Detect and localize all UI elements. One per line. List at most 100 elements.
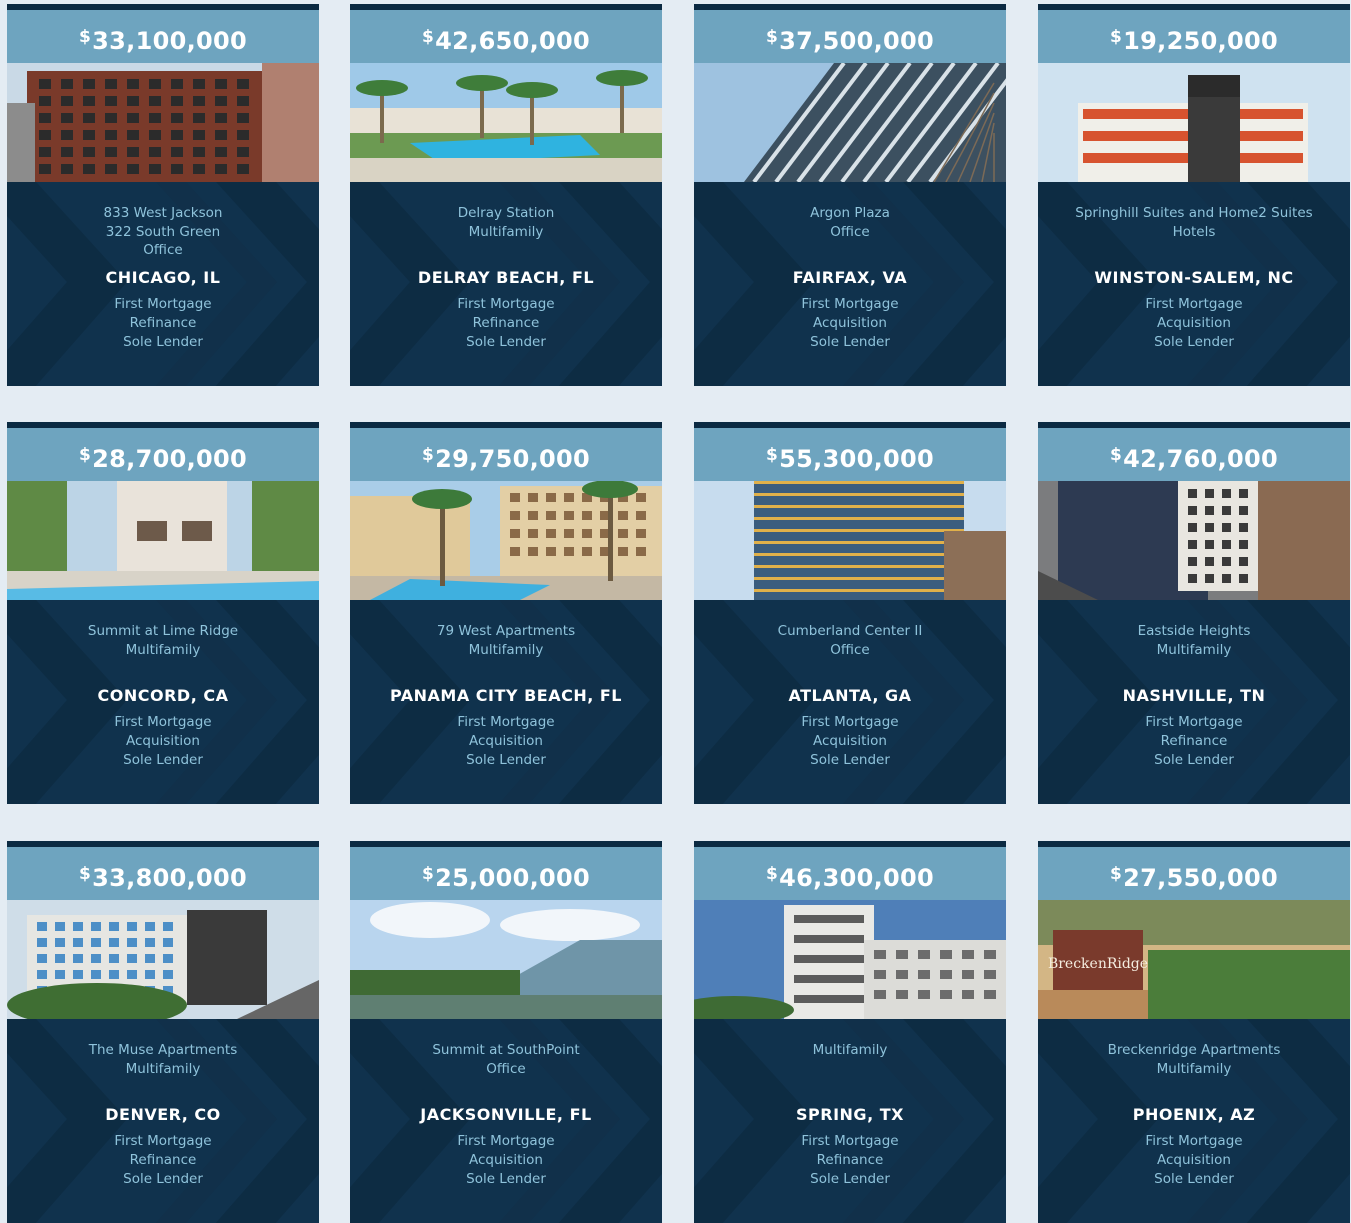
- currency-symbol: $: [1110, 864, 1123, 884]
- loan-term: First Mortgage: [457, 714, 555, 730]
- deal-info: Breckenridge Apartments Multifamily PHOEN…: [1038, 1019, 1350, 1223]
- loan-amount: $33,100,000: [7, 10, 319, 63]
- property-location: ATLANTA, GA: [788, 686, 912, 705]
- property-location: FAIRFAX, VA: [792, 268, 908, 287]
- loan-term: Acquisition: [1157, 315, 1231, 331]
- currency-symbol: $: [422, 27, 435, 47]
- deal-card[interactable]: $37,500,000 Argon Plaza Office FAIRFAX, V…: [694, 4, 1006, 386]
- loan-term: Sole Lender: [123, 1171, 203, 1187]
- loan-term: Acquisition: [1157, 1152, 1231, 1168]
- property-description: 79 West Apartments Multifamily: [350, 622, 662, 659]
- loan-amount: $33,800,000: [7, 847, 319, 900]
- property-description: Multifamily: [694, 1041, 1006, 1060]
- property-location: DENVER, CO: [105, 1105, 221, 1124]
- deal-card[interactable]: $25,000,000 Summit at SouthPoint Office J…: [350, 841, 662, 1223]
- modern-apartments-photo: [7, 900, 319, 1019]
- loan-amount: $42,760,000: [1038, 428, 1350, 481]
- property-description: Cumberland Center II Office: [694, 622, 1006, 659]
- loan-term: Sole Lender: [466, 752, 546, 768]
- loan-terms: First Mortgage Acquisition Sole Lender: [694, 295, 1006, 352]
- deal-card[interactable]: $42,650,000 Delray Station Multifamily DE…: [350, 4, 662, 386]
- loan-term: First Mortgage: [114, 1133, 212, 1149]
- loan-amount-value: 42,650,000: [435, 27, 590, 55]
- property-line: Breckenridge Apartments: [1107, 1042, 1281, 1058]
- deal-card[interactable]: $33,800,000 The Muse Apartments Multifami…: [7, 841, 319, 1223]
- pool-palms-photo: [350, 63, 662, 182]
- loan-term: Refinance: [472, 315, 540, 331]
- loan-amount: $27,550,000: [1038, 847, 1350, 900]
- deal-card[interactable]: $29,750,000 79 West Apartments Multifamil…: [350, 422, 662, 804]
- deal-card[interactable]: $55,300,000 Cumberland Center II Office A…: [694, 422, 1006, 804]
- loan-amount-value: 33,800,000: [92, 864, 247, 892]
- property-line: Multifamily: [812, 1042, 888, 1058]
- property-line: Hotels: [1172, 223, 1216, 240]
- loan-term: Sole Lender: [123, 752, 203, 768]
- loan-terms: First Mortgage Acquisition Sole Lender: [350, 1132, 662, 1189]
- currency-symbol: $: [766, 864, 779, 884]
- loan-term: First Mortgage: [457, 1133, 555, 1149]
- townhouse-pool-photo: [7, 481, 319, 600]
- property-line: Springhill Suites and Home2 Suites: [1075, 205, 1313, 221]
- property-description: Summit at Lime Ridge Multifamily: [7, 622, 319, 659]
- loan-amount-value: 19,250,000: [1123, 27, 1278, 55]
- property-line: Summit at SouthPoint: [432, 1042, 580, 1058]
- property-line: Multifamily: [1156, 641, 1232, 658]
- loan-amount: $25,000,000: [350, 847, 662, 900]
- property-line: Office: [830, 641, 870, 658]
- deal-card[interactable]: $46,300,000 Multifamily SPRING, TX First…: [694, 841, 1006, 1223]
- deal-info: Eastside Heights Multifamily NASHVILLE, T…: [1038, 600, 1350, 804]
- loan-amount-value: 33,100,000: [92, 27, 247, 55]
- loan-terms: First Mortgage Refinance Sole Lender: [350, 295, 662, 352]
- loan-amount-value: 25,000,000: [435, 864, 590, 892]
- property-location: SPRING, TX: [796, 1105, 904, 1124]
- loan-term: Acquisition: [813, 733, 887, 749]
- loan-term: First Mortgage: [1145, 1133, 1243, 1149]
- property-line: Summit at Lime Ridge: [87, 623, 239, 639]
- loan-amount: $55,300,000: [694, 428, 1006, 481]
- breckenridge-sign-photo: BreckenRidge: [1038, 900, 1350, 1019]
- property-location: PANAMA CITY BEACH, FL: [390, 686, 622, 705]
- loan-term: Acquisition: [469, 1152, 543, 1168]
- loan-amount-value: 42,760,000: [1123, 445, 1278, 473]
- loan-term: Sole Lender: [1154, 334, 1234, 350]
- loan-term: Sole Lender: [810, 1171, 890, 1187]
- loan-term: Sole Lender: [123, 334, 203, 350]
- property-location: CONCORD, CA: [97, 686, 229, 705]
- deal-card[interactable]: $42,760,000 Eastside Heights Multifamily …: [1038, 422, 1350, 804]
- loan-term: Refinance: [129, 315, 197, 331]
- property-line: Multifamily: [125, 641, 201, 658]
- property-line: Office: [143, 242, 183, 258]
- loan-term: Acquisition: [469, 733, 543, 749]
- loan-amount: $28,700,000: [7, 428, 319, 481]
- loan-term: Sole Lender: [1154, 752, 1234, 768]
- property-line: Cumberland Center II: [777, 623, 923, 639]
- currency-symbol: $: [422, 445, 435, 465]
- deal-info: Cumberland Center II Office ATLANTA, GA F…: [694, 600, 1006, 804]
- loan-term: First Mortgage: [801, 714, 899, 730]
- property-description: Summit at SouthPoint Office: [350, 1041, 662, 1078]
- deal-card[interactable]: $19,250,000 Springhill Suites and Home2 …: [1038, 4, 1350, 386]
- loan-term: First Mortgage: [801, 296, 899, 312]
- glass-office-photo: [694, 63, 1006, 182]
- resort-pool-photo: [350, 481, 662, 600]
- loan-amount-value: 46,300,000: [779, 864, 934, 892]
- deal-info: Summit at SouthPoint Office JACKSONVILLE,…: [350, 1019, 662, 1223]
- loan-term: First Mortgage: [457, 296, 555, 312]
- loan-term: Acquisition: [126, 733, 200, 749]
- currency-symbol: $: [766, 445, 779, 465]
- currency-symbol: $: [79, 445, 92, 465]
- lakeside-office-photo: [350, 900, 662, 1019]
- loan-terms: First Mortgage Refinance Sole Lender: [1038, 713, 1350, 770]
- property-location: NASHVILLE, TN: [1122, 686, 1266, 705]
- deal-card[interactable]: $33,100,000 833 West Jackson 322 South Gr…: [7, 4, 319, 386]
- loan-amount-value: 27,550,000: [1123, 864, 1278, 892]
- loan-terms: First Mortgage Acquisition Sole Lender: [1038, 295, 1350, 352]
- deal-card[interactable]: $27,550,000 BreckenRidge Breckenridge Ap…: [1038, 841, 1350, 1223]
- loan-amount-value: 28,700,000: [92, 445, 247, 473]
- currency-symbol: $: [1110, 27, 1123, 47]
- loan-term: First Mortgage: [114, 714, 212, 730]
- deal-info: Argon Plaza Office FAIRFAX, VA First Mort…: [694, 182, 1006, 386]
- property-location: JACKSONVILLE, FL: [420, 1105, 592, 1124]
- deal-card[interactable]: $28,700,000 Summit at Lime Ridge Multifam…: [7, 422, 319, 804]
- deal-info: Multifamily SPRING, TX First Mortgage Ref…: [694, 1019, 1006, 1223]
